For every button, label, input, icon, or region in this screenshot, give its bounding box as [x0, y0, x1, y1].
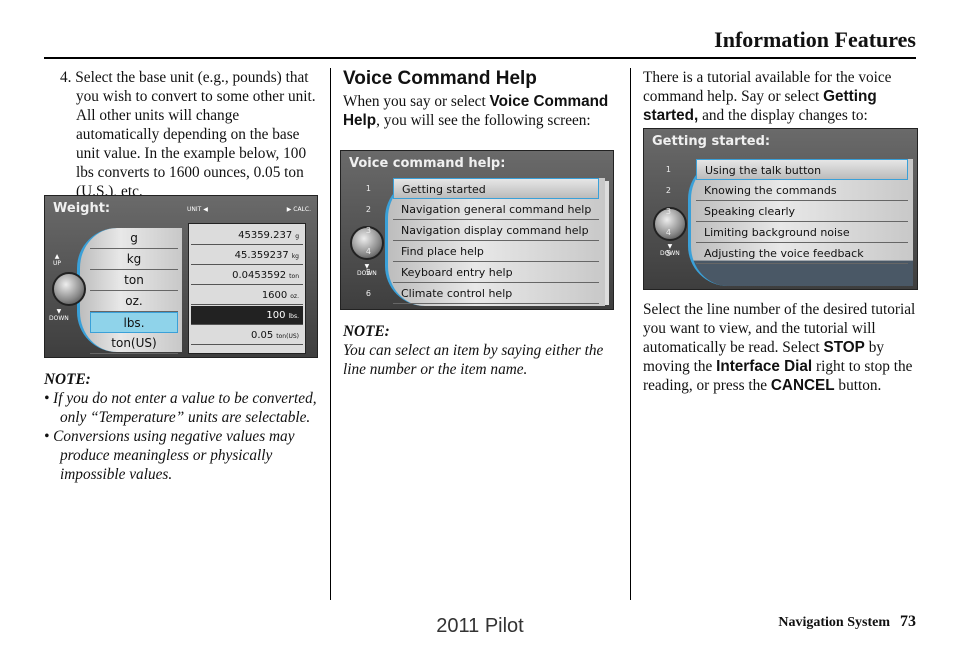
- list-item[interactable]: Navigation general command help: [393, 199, 599, 220]
- value-row: 45359.237 g: [191, 226, 303, 245]
- screen-title: Getting started:: [652, 134, 771, 149]
- value: 45.359237: [234, 250, 289, 261]
- unit-item[interactable]: oz.: [90, 291, 178, 312]
- scrollbar[interactable]: [605, 181, 609, 305]
- unit: g: [295, 233, 299, 240]
- line-number-5: 5: [365, 268, 371, 277]
- note-bullet: • Conversions using negative values may …: [44, 428, 295, 483]
- note-label: NOTE:: [343, 323, 390, 340]
- up-label: ▲ UP: [53, 253, 62, 267]
- value: 100: [266, 310, 286, 321]
- line-number-6: 6: [365, 289, 371, 298]
- list-item[interactable]: Climate control help: [393, 283, 599, 304]
- line-number-5: 5: [665, 249, 671, 258]
- value-row: 100 lbs.: [191, 306, 303, 325]
- intro-paragraph: When you say or select Voice Command Hel…: [343, 93, 609, 129]
- getting-started-screen: Getting started: Using the talk button Kn…: [643, 128, 918, 290]
- list-item[interactable]: Speaking clearly: [696, 201, 908, 222]
- middle-note: NOTE: You can select an item by saying e…: [343, 322, 618, 379]
- instructions-paragraph: Select the line number of the desired tu…: [643, 301, 916, 394]
- tutorial-paragraph: There is a tutorial available for the vo…: [643, 69, 892, 124]
- value: 45359.237: [238, 230, 293, 241]
- watermark: 2011 Pilot: [436, 615, 524, 637]
- value-row: 0.0453592 ton: [191, 266, 303, 285]
- line-number-1: 1: [665, 165, 671, 174]
- value-list: 45359.237 g 45.359237 kg 0.0453592 ton 1600 oz.…: [188, 223, 306, 354]
- screen-title: Voice command help:: [349, 156, 506, 171]
- value-row: 0.05 ton(US): [191, 326, 303, 345]
- right-column: There is a tutorial available for the vo…: [643, 68, 918, 125]
- note-bullet: • If you do not enter a value to be conv…: [44, 390, 317, 426]
- down-label: ▼ DOWN: [49, 308, 69, 322]
- list-item[interactable]: Find place help: [393, 241, 599, 262]
- line-number-2: 2: [365, 205, 371, 214]
- unit-item[interactable]: lbs.: [90, 312, 178, 333]
- column-divider: [330, 68, 331, 600]
- value-row: 45.359237 kg: [191, 246, 303, 265]
- value: 1600: [261, 290, 288, 301]
- step-4: 4. Select the base unit (e.g., pounds) t…: [60, 69, 316, 200]
- list-item[interactable]: Using the talk button: [696, 159, 908, 180]
- voice-command-help-screen: Voice command help: Getting started Navig…: [340, 150, 614, 310]
- dial-knob-icon: [52, 272, 86, 306]
- value: 0.05: [251, 330, 274, 341]
- line-number-3: 3: [665, 207, 671, 216]
- unit: lbs.: [288, 313, 299, 320]
- line-number-4: 4: [365, 247, 371, 256]
- value-row: 1600 oz.: [191, 286, 303, 305]
- right-instructions: Select the line number of the desired tu…: [643, 300, 918, 395]
- calc-label: ▶ CALC.: [286, 206, 311, 213]
- header-rule: [44, 57, 916, 59]
- column-divider: [630, 68, 631, 600]
- note-text: You can select an item by saying either …: [343, 342, 604, 378]
- unit-item[interactable]: ton(US): [90, 333, 178, 354]
- screen-title: Weight:: [53, 201, 111, 216]
- unit: ton(US): [276, 333, 299, 340]
- middle-column: Voice Command Help When you say or selec…: [343, 68, 615, 130]
- value: 0.0453592: [232, 270, 287, 281]
- unit: oz.: [290, 293, 299, 300]
- unit: kg: [291, 253, 299, 260]
- weight-screen: Weight: UNIT ◀ ▶ CALC. g kg ton oz. lbs. ton(…: [44, 195, 318, 358]
- list-item[interactable]: Getting started: [393, 178, 599, 199]
- left-column: 4. Select the base unit (e.g., pounds) t…: [60, 68, 320, 201]
- unit-item[interactable]: kg: [90, 249, 178, 270]
- page-header: Information Features: [714, 27, 916, 52]
- line-number-3: 3: [365, 226, 371, 235]
- list-item[interactable]: Knowing the commands: [696, 180, 908, 201]
- note-label: NOTE:: [44, 371, 91, 388]
- section-heading: Voice Command Help: [343, 68, 537, 89]
- list-item[interactable]: Navigation display command help: [393, 220, 599, 241]
- unit: ton: [289, 273, 299, 280]
- left-notes: NOTE: • If you do not enter a value to b…: [44, 370, 319, 484]
- list-item[interactable]: Limiting background noise: [696, 222, 908, 243]
- unit-item[interactable]: g: [90, 228, 178, 249]
- unit-item[interactable]: ton: [90, 270, 178, 291]
- line-number-2: 2: [665, 186, 671, 195]
- line-number-1: 1: [365, 184, 371, 193]
- list-item[interactable]: Keyboard entry help: [393, 262, 599, 283]
- list-item[interactable]: Adjusting the voice feedback: [696, 243, 908, 264]
- line-number-4: 4: [665, 228, 671, 237]
- unit-label: UNIT ◀: [187, 206, 208, 213]
